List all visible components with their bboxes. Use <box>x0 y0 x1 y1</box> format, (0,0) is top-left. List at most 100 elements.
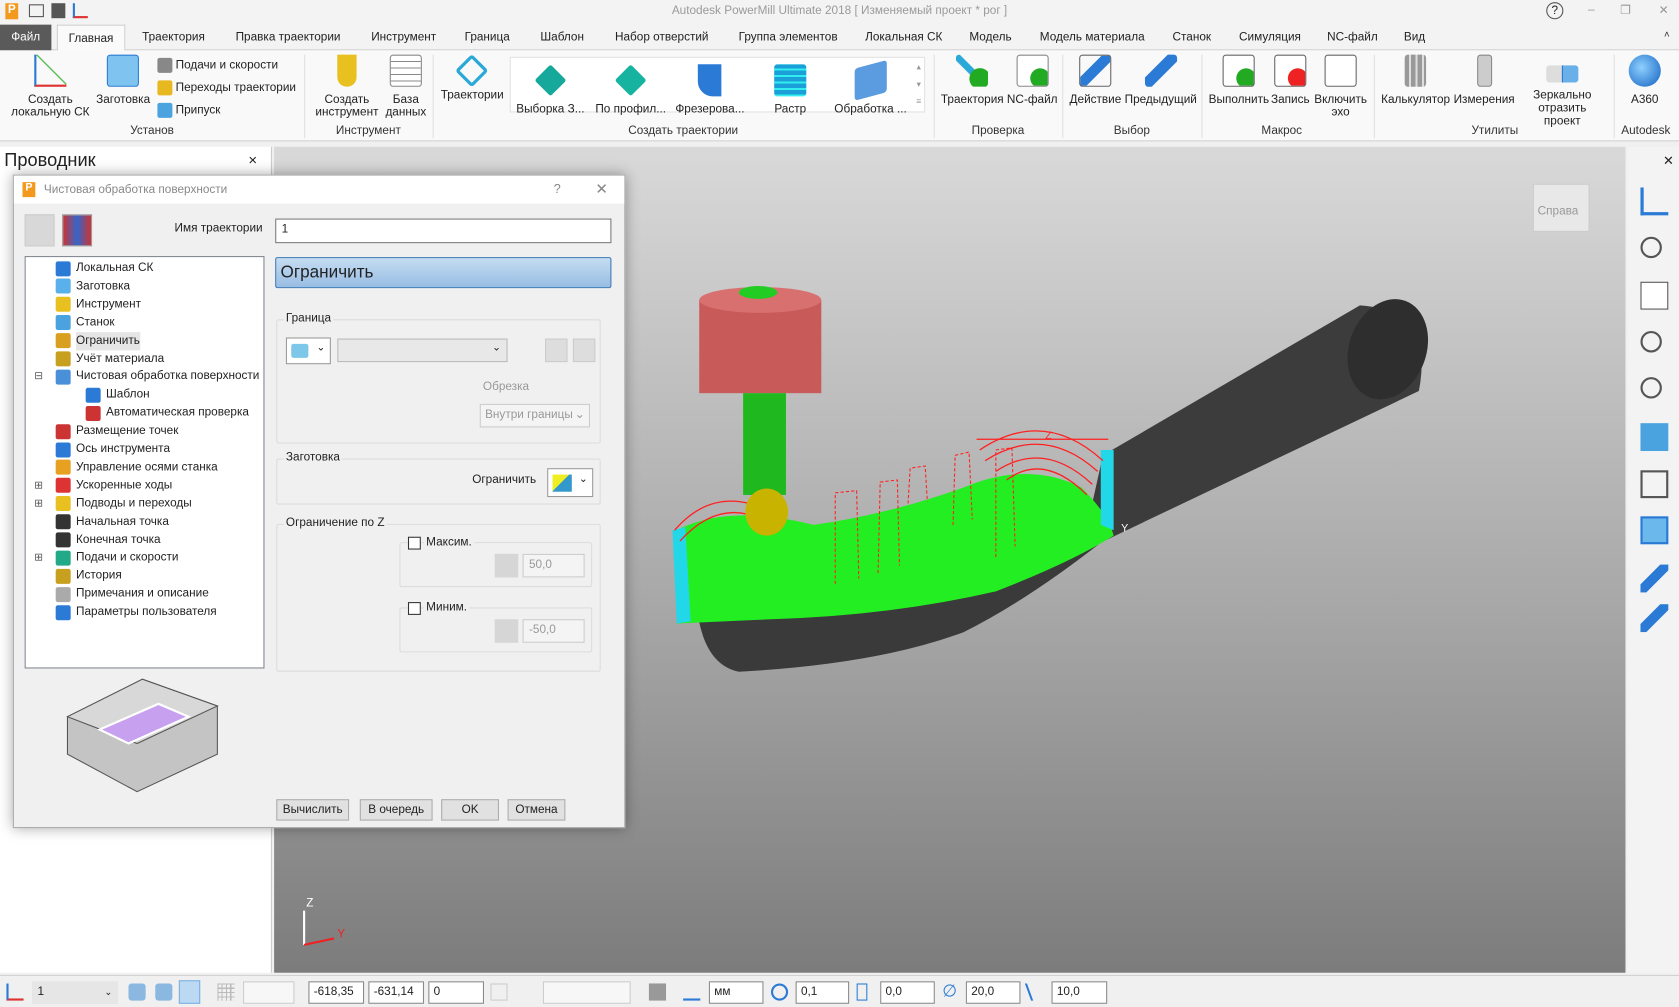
max-checkbox[interactable] <box>407 536 421 550</box>
macro-record-button[interactable]: Запись <box>1271 54 1310 106</box>
create-workplane-button[interactable]: Создать локальную СК <box>7 54 93 119</box>
stock-limit-select[interactable]: ⌄ <box>547 468 594 498</box>
boundary-type-select[interactable]: ⌄ <box>285 337 331 365</box>
tab-home[interactable]: Главная <box>56 24 126 52</box>
tab-machine[interactable]: Станок <box>1173 25 1212 51</box>
dialog-help-button[interactable]: ? <box>554 181 561 196</box>
dialog-close-button[interactable]: ✕ <box>595 180 608 198</box>
pencil-icon[interactable] <box>572 338 596 363</box>
trim-select[interactable]: Внутри границы ⌄ <box>479 403 591 428</box>
stepover-field[interactable]: 10,0 <box>1051 981 1108 1004</box>
edit-boundary-icon[interactable] <box>545 338 568 363</box>
max-value-input[interactable]: 50,0 <box>522 553 585 578</box>
gallery-item[interactable]: Обработка ... <box>834 59 907 116</box>
gallery-scroll[interactable]: ▴ ▾ ≡ <box>912 59 925 113</box>
tree-item[interactable]: Шаблон <box>85 386 150 404</box>
collapse-ribbon-icon[interactable]: ˄ <box>1664 29 1670 40</box>
tree-item[interactable]: Инструмент <box>55 295 141 313</box>
thickness-button[interactable]: Припуск <box>157 102 220 118</box>
select-previous-icon[interactable] <box>1640 604 1669 633</box>
zoom-box-icon[interactable] <box>1640 331 1662 353</box>
tab-stock-model[interactable]: Модель материала <box>1040 25 1145 51</box>
tab-toolpath-edit[interactable]: Правка траектории <box>236 25 341 51</box>
toolpath-name-input[interactable]: 1 <box>275 218 612 244</box>
verify-toolpath-button[interactable]: Траектория <box>941 54 1004 106</box>
boundary-select[interactable]: ⌄ <box>337 338 508 363</box>
tab-ncfile[interactable]: NC-файл <box>1327 25 1378 51</box>
gallery-item[interactable]: Выборка З... <box>516 64 585 116</box>
tree-item[interactable]: Автоматическая проверка <box>85 404 249 422</box>
min-checkbox[interactable] <box>407 602 421 615</box>
coordinate-list-icon[interactable] <box>490 983 508 1001</box>
previous-selection-button[interactable]: Предыдущий <box>1125 54 1197 106</box>
tool-database-button[interactable]: База данных <box>384 54 427 119</box>
cancel-button[interactable]: Отмена <box>507 799 566 821</box>
tab-toolpath[interactable]: Траектория <box>142 25 205 51</box>
quick-access-icon[interactable] <box>648 983 667 1001</box>
tree-item[interactable]: Ограничить <box>55 331 140 350</box>
grid-icon[interactable] <box>217 983 235 1001</box>
tree-item[interactable]: ⊟ Чистовая обработка поверхности <box>34 368 260 386</box>
action-button[interactable]: Действие <box>1070 54 1121 106</box>
tree-item[interactable]: ⊞ Подводы и переходы <box>34 495 192 513</box>
diameter-field[interactable]: 20,0 <box>965 981 1021 1004</box>
view-fit-icon[interactable] <box>1640 187 1669 216</box>
tab-boundary[interactable]: Граница <box>465 25 510 51</box>
workplane-select[interactable]: 1 ⌄ <box>32 981 118 1004</box>
calculator-button[interactable]: Калькулятор <box>1381 54 1450 106</box>
queue-button[interactable]: В очередь <box>359 799 433 821</box>
snap-icon[interactable] <box>517 983 534 1000</box>
tree-item[interactable]: Размещение точек <box>55 422 179 440</box>
wireframe-view-icon[interactable] <box>1640 470 1669 499</box>
create-tool-button[interactable]: Создать инструмент <box>314 54 380 119</box>
tab-file[interactable]: Файл <box>0 24 52 51</box>
links-button[interactable]: Переходы траектории <box>157 80 296 96</box>
min-value-input[interactable]: -50,0 <box>522 619 585 643</box>
tree-item[interactable]: Конечная точка <box>55 531 161 549</box>
tolerance-field[interactable]: 0,1 <box>795 981 850 1004</box>
tree-item[interactable]: Начальная точка <box>55 513 169 531</box>
zoom-window-icon[interactable] <box>1640 377 1662 399</box>
expand-toggle-icon[interactable]: ⊞ <box>34 549 43 567</box>
tree-item[interactable]: Заготовка <box>55 277 130 295</box>
feeds-button[interactable]: Подачи и скорости <box>157 57 278 73</box>
tab-holes[interactable]: Набор отверстий <box>615 25 709 51</box>
select-icon[interactable] <box>1640 564 1669 593</box>
expand-toggle-icon[interactable]: ⊞ <box>34 477 43 495</box>
gallery-item[interactable]: По профил... <box>595 64 666 116</box>
tab-feature-group[interactable]: Группа элементов <box>739 25 838 51</box>
calculate-button[interactable]: Вычислить <box>276 799 350 821</box>
pick-y-icon[interactable] <box>155 983 173 1001</box>
tab-simulation[interactable]: Симуляция <box>1239 25 1301 51</box>
a360-button[interactable]: A360 <box>1628 54 1661 106</box>
mirror-project-button[interactable]: Зеркально отразить проект <box>1519 55 1605 128</box>
restore-button[interactable]: ❐ <box>1620 3 1631 17</box>
gallery-item[interactable]: Растр <box>774 64 807 116</box>
tab-tool[interactable]: Инструмент <box>371 25 436 51</box>
tab-pattern[interactable]: Шаблон <box>540 25 584 51</box>
zoom-refresh-icon[interactable] <box>1640 236 1662 259</box>
expand-toggle-icon[interactable]: ⊟ <box>34 368 43 386</box>
pick-min-icon[interactable] <box>494 619 519 643</box>
explorer-close-button[interactable]: × <box>248 151 257 168</box>
macro-run-button[interactable]: Выполнить <box>1209 54 1269 106</box>
tree-item[interactable]: Локальная СК <box>55 259 154 277</box>
pick-x-icon[interactable] <box>128 983 146 1001</box>
shaded-wire-view-icon[interactable] <box>1640 516 1669 545</box>
verify-ncfile-button[interactable]: NC-файл <box>1007 54 1058 106</box>
ok-button[interactable]: OK <box>441 799 499 821</box>
thickness-field[interactable]: 0,0 <box>880 981 935 1004</box>
tab-model[interactable]: Модель <box>969 25 1011 51</box>
minimize-button[interactable]: – <box>1588 3 1595 16</box>
gallery-item[interactable]: Фрезерова... <box>675 64 745 116</box>
tree-item[interactable]: ⊞ Ускоренные ходы <box>34 477 173 495</box>
tree-item[interactable]: История <box>55 567 122 585</box>
tree-item[interactable]: Параметры пользователя <box>55 603 217 621</box>
help-icon[interactable]: ? <box>1546 2 1564 20</box>
close-toolbar-icon[interactable]: ✕ <box>1663 153 1674 168</box>
tab-workplane[interactable]: Локальная СК <box>865 25 942 51</box>
toolpaths-button[interactable]: Траектории <box>441 54 504 102</box>
close-button[interactable]: ✕ <box>1659 3 1669 17</box>
tab-view[interactable]: Вид <box>1404 25 1425 51</box>
pick-max-icon[interactable] <box>494 553 519 578</box>
